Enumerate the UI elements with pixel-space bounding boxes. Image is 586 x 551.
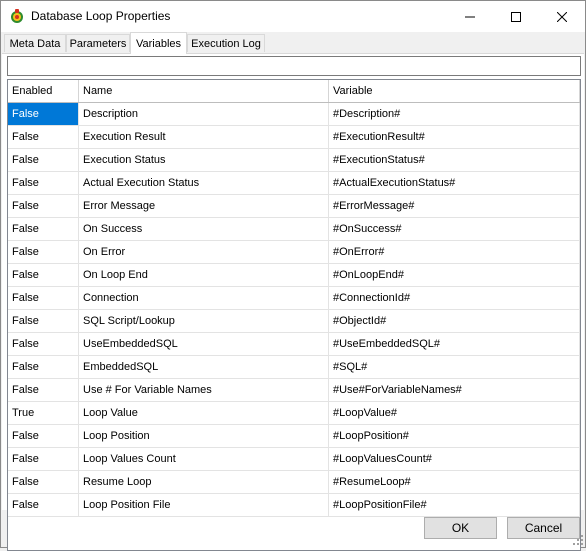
enabled-cell[interactable]: False [8,126,79,148]
header-variable[interactable]: Variable [329,80,580,102]
enabled-cell[interactable]: False [8,195,79,217]
variable-cell[interactable]: #OnError# [329,241,580,263]
variable-cell[interactable]: #LoopValuesCount# [329,448,580,470]
variable-cell[interactable]: #ObjectId# [329,310,580,332]
minimize-button[interactable] [447,1,493,32]
filter-input[interactable] [7,56,581,76]
enabled-cell[interactable]: False [8,356,79,378]
name-cell[interactable]: Loop Position [79,425,329,447]
table-row[interactable]: False Error Message #ErrorMessage# [8,195,580,218]
enabled-cell[interactable]: False [8,287,79,309]
variable-cell[interactable]: #LoopPosition# [329,425,580,447]
variable-cell[interactable]: #ActualExecutionStatus# [329,172,580,194]
table-row[interactable]: False Resume Loop #ResumeLoop# [8,471,580,494]
table-row[interactable]: False On Success #OnSuccess# [8,218,580,241]
tab-variables[interactable]: Variables [130,32,187,54]
name-cell[interactable]: UseEmbeddedSQL [79,333,329,355]
table-row[interactable]: True Loop Value #LoopValue# [8,402,580,425]
table-row[interactable]: False Execution Result #ExecutionResult# [8,126,580,149]
name-cell[interactable]: EmbeddedSQL [79,356,329,378]
name-cell[interactable]: Description [79,103,329,125]
enabled-cell[interactable]: False [8,264,79,286]
name-cell[interactable]: Use # For Variable Names [79,379,329,401]
title-bar[interactable]: Database Loop Properties [1,1,585,32]
name-cell[interactable]: Actual Execution Status [79,172,329,194]
name-cell[interactable]: Loop Position File [79,494,329,516]
enabled-cell[interactable]: True [8,402,79,424]
table-row[interactable]: False Actual Execution Status #ActualExe… [8,172,580,195]
enabled-cell[interactable]: False [8,103,79,125]
name-cell[interactable]: Execution Status [79,149,329,171]
name-cell[interactable]: SQL Script/Lookup [79,310,329,332]
name-cell[interactable]: On Success [79,218,329,240]
variable-cell[interactable]: #ConnectionId# [329,287,580,309]
table-row[interactable]: False SQL Script/Lookup #ObjectId# [8,310,580,333]
close-button[interactable] [539,1,585,32]
variable-cell[interactable]: #ResumeLoop# [329,471,580,493]
variable-cell[interactable]: #UseEmbeddedSQL# [329,333,580,355]
name-cell[interactable]: Loop Value [79,402,329,424]
variable-cell[interactable]: #LoopPositionFile# [329,494,580,516]
table-row[interactable]: False Use # For Variable Names #Use#ForV… [8,379,580,402]
enabled-cell[interactable]: False [8,425,79,447]
variable-cell[interactable]: #Use#ForVariableNames# [329,379,580,401]
table-row[interactable]: False Connection #ConnectionId# [8,287,580,310]
variable-cell[interactable]: #ExecutionStatus# [329,149,580,171]
database-loop-app-icon [9,8,25,24]
name-cell[interactable]: On Error [79,241,329,263]
table-row[interactable]: False Loop Position #LoopPosition# [8,425,580,448]
name-cell[interactable]: Connection [79,287,329,309]
variable-cell[interactable]: #OnLoopEnd# [329,264,580,286]
table-row[interactable]: False Loop Position File #LoopPositionFi… [8,494,580,517]
header-name[interactable]: Name [79,80,329,102]
tab-execution-log[interactable]: Execution Log [187,34,265,52]
name-cell[interactable]: Error Message [79,195,329,217]
enabled-cell[interactable]: False [8,448,79,470]
maximize-button[interactable] [493,1,539,32]
table-row[interactable]: False Execution Status #ExecutionStatus# [8,149,580,172]
variables-panel: Enabled Name Variable False Description … [2,53,584,551]
table-row[interactable]: False UseEmbeddedSQL #UseEmbeddedSQL# [8,333,580,356]
table-row[interactable]: False Loop Values Count #LoopValuesCount… [8,448,580,471]
enabled-cell[interactable]: False [8,379,79,401]
name-cell[interactable]: Loop Values Count [79,448,329,470]
cancel-button[interactable]: Cancel [507,517,580,539]
enabled-cell[interactable]: False [8,333,79,355]
resize-grip-icon[interactable] [573,535,583,545]
header-enabled[interactable]: Enabled [8,80,79,102]
variable-cell[interactable]: #SQL# [329,356,580,378]
tab-meta-data[interactable]: Meta Data [4,34,66,52]
table-row[interactable]: False Description #Description# [8,103,580,126]
name-cell[interactable]: Execution Result [79,126,329,148]
table-row[interactable]: False EmbeddedSQL #SQL# [8,356,580,379]
enabled-cell[interactable]: False [8,149,79,171]
tab-strip: Meta Data Parameters Variables Execution… [1,32,585,54]
variable-cell[interactable]: #OnSuccess# [329,218,580,240]
enabled-cell[interactable]: False [8,494,79,516]
dialog-window: Database Loop Properties Meta Data Param… [0,0,586,551]
enabled-cell[interactable]: False [8,310,79,332]
tab-parameters[interactable]: Parameters [66,34,130,52]
variable-cell[interactable]: #ErrorMessage# [329,195,580,217]
enabled-cell[interactable]: False [8,241,79,263]
variable-cell[interactable]: #ExecutionResult# [329,126,580,148]
name-cell[interactable]: Resume Loop [79,471,329,493]
enabled-cell[interactable]: False [8,218,79,240]
ok-button[interactable]: OK [424,517,497,539]
enabled-cell[interactable]: False [8,471,79,493]
variables-grid: Enabled Name Variable False Description … [7,79,581,551]
table-row[interactable]: False On Error #OnError# [8,241,580,264]
table-row[interactable]: False On Loop End #OnLoopEnd# [8,264,580,287]
window-title: Database Loop Properties [31,9,171,23]
grid-header: Enabled Name Variable [8,80,580,103]
name-cell[interactable]: On Loop End [79,264,329,286]
enabled-cell[interactable]: False [8,172,79,194]
variable-cell[interactable]: #Description# [329,103,580,125]
variable-cell[interactable]: #LoopValue# [329,402,580,424]
